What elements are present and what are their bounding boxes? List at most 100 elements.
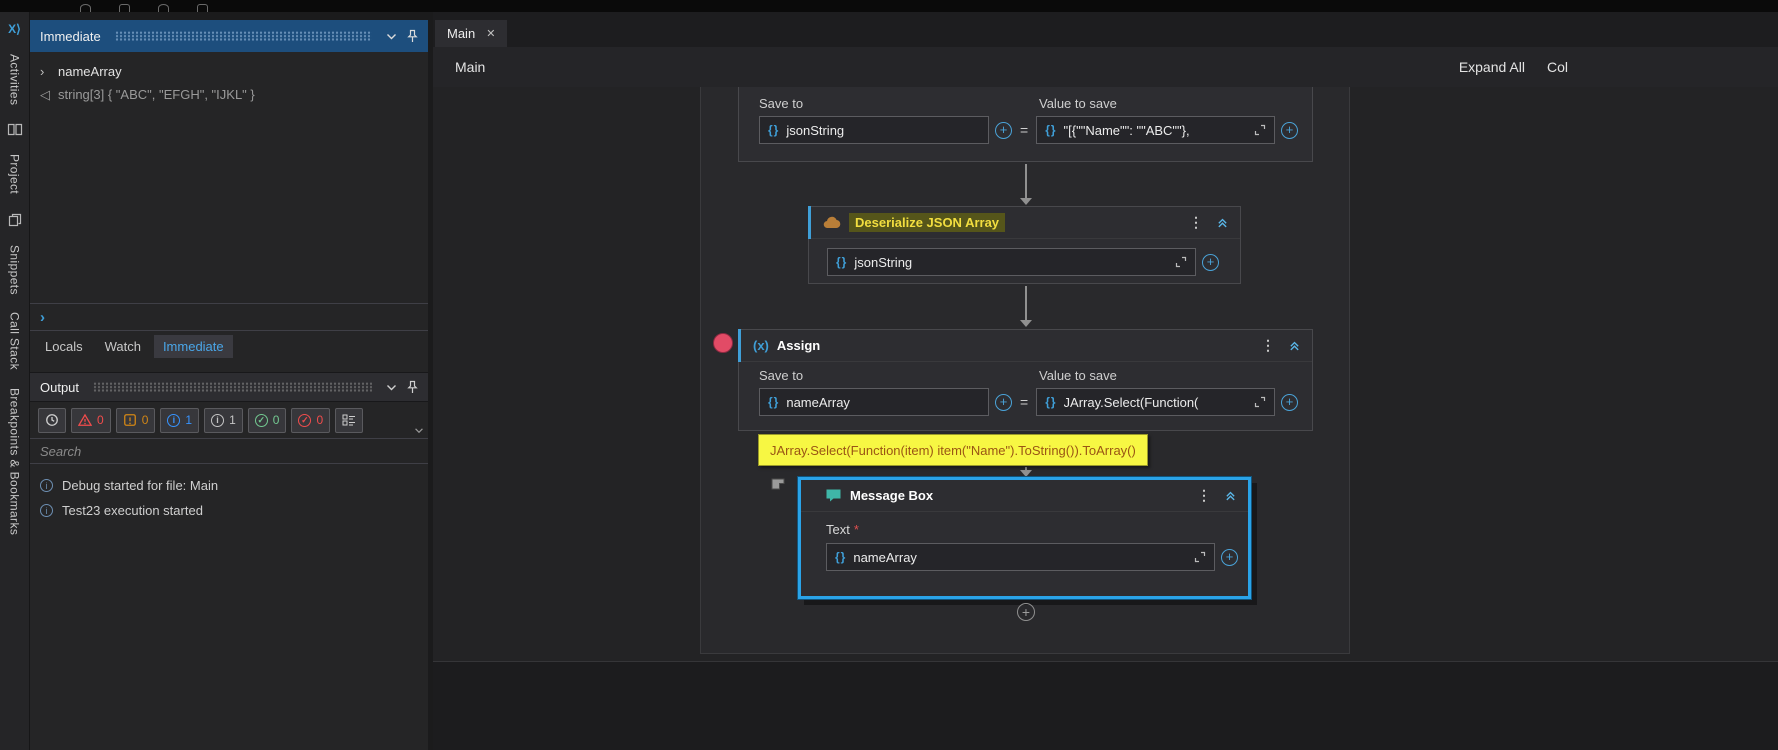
sidebar-item-breakpoints-bookmarks[interactable]: Breakpoints & Bookmarks xyxy=(8,388,22,535)
activity-message-box[interactable]: Message Box ⋮ Text * {} nameArray + xyxy=(798,477,1251,599)
panel-drag-grip[interactable] xyxy=(114,31,372,41)
panel-drag-grip[interactable] xyxy=(93,382,372,392)
xaml-file-icon[interactable]: X⟩ xyxy=(8,22,21,36)
plus-button[interactable]: + xyxy=(1202,253,1219,271)
titlebar-icon xyxy=(197,4,208,12)
save-to-field[interactable]: {} nameArray xyxy=(759,388,989,416)
breakpoint-indicator[interactable] xyxy=(713,333,733,353)
timestamps-toggle-button[interactable] xyxy=(38,407,66,433)
braces-icon: {} xyxy=(768,123,780,137)
expand-editor-icon[interactable] xyxy=(1254,396,1266,408)
close-icon[interactable]: ✕ xyxy=(486,27,495,40)
verified-filter-button[interactable]: ✓ 0 xyxy=(291,407,331,433)
json-string-field[interactable]: {} jsonString xyxy=(827,248,1196,276)
value-to-save-label: Value to save xyxy=(1039,368,1117,383)
log-entry[interactable]: i Test23 execution started xyxy=(40,503,418,518)
activity-header[interactable]: Deserialize JSON Array ⋮ xyxy=(808,206,1240,239)
save-to-field[interactable]: {} jsonString xyxy=(759,116,989,144)
immediate-panel-header[interactable]: Immediate xyxy=(30,20,428,52)
kebab-menu-icon[interactable]: ⋮ xyxy=(1261,337,1275,354)
plus-button[interactable]: + xyxy=(1221,548,1238,566)
flow-arrow xyxy=(1019,467,1033,477)
pin-icon[interactable] xyxy=(407,380,418,394)
sidebar-item-call-stack[interactable]: Call Stack xyxy=(8,312,22,370)
info-icon: i xyxy=(40,504,53,517)
text-field[interactable]: {} nameArray xyxy=(826,543,1215,571)
expression-tooltip: JArray.Select(Function(item) item("Name"… xyxy=(758,434,1148,466)
assign-fx-icon: (x) xyxy=(753,338,769,353)
output-search-input[interactable] xyxy=(30,439,428,463)
tab-watch[interactable]: Watch xyxy=(96,335,150,358)
sidebar-item-project[interactable]: Project xyxy=(8,154,22,194)
output-search xyxy=(30,438,428,464)
document-tabstrip: Main ✕ xyxy=(433,12,1778,47)
expand-all-button[interactable]: Expand All xyxy=(1459,59,1525,75)
pin-icon[interactable] xyxy=(407,29,418,43)
plus-button[interactable]: + xyxy=(995,121,1012,139)
required-asterisk: * xyxy=(853,522,859,537)
workflow-canvas[interactable]: Save to Value to save {} jsonString + = … xyxy=(433,87,1778,750)
activity-title: Deserialize JSON Array xyxy=(849,213,1006,232)
deserialize-json-icon xyxy=(823,216,841,229)
log-text: Debug started for file: Main xyxy=(62,478,219,493)
errors-filter-button[interactable]: 0 xyxy=(71,407,111,433)
value-field[interactable]: {} "[{""Name"": ""ABC""}, xyxy=(1036,116,1275,144)
watch-item-value: string[3] { "ABC", "EFGH", "IJKL" } xyxy=(58,87,255,102)
expand-editor-icon[interactable] xyxy=(1194,551,1206,563)
window-titlebar xyxy=(0,0,1778,12)
expand-chevron-icon[interactable]: › xyxy=(40,64,52,79)
chevron-down-icon[interactable] xyxy=(386,384,397,391)
braces-icon: {} xyxy=(836,255,848,269)
activity-header[interactable]: (x) Assign ⋮ xyxy=(738,329,1312,362)
sidebar-item-snippets[interactable]: Snippets xyxy=(8,245,22,295)
toolbar-overflow-chevron-icon[interactable] xyxy=(414,428,424,434)
error-count: 0 xyxy=(97,413,104,427)
warnings-filter-button[interactable]: 0 xyxy=(115,407,156,433)
add-activity-button[interactable]: + xyxy=(1017,603,1035,621)
text-parameter-label: Text * xyxy=(801,512,1248,543)
collapse-icon[interactable] xyxy=(1225,490,1236,501)
sequence-container: Save to Value to save {} jsonString + = … xyxy=(700,87,1350,654)
view-options-button[interactable] xyxy=(335,407,364,433)
log-entry[interactable]: i Debug started for file: Main xyxy=(40,478,418,493)
immediate-watch-list: › nameArray ◁ string[3] { "ABC", "EFGH",… xyxy=(30,52,428,303)
plus-button[interactable]: + xyxy=(1281,121,1298,139)
sidebar-item-activities[interactable]: Activities xyxy=(8,54,22,105)
trace-count: 1 xyxy=(229,413,236,427)
expand-editor-icon[interactable] xyxy=(1254,124,1266,136)
watch-item-result[interactable]: ◁ string[3] { "ABC", "EFGH", "IJKL" } xyxy=(30,83,428,106)
expand-editor-icon[interactable] xyxy=(1175,256,1187,268)
tab-immediate[interactable]: Immediate xyxy=(153,334,233,358)
tab-main[interactable]: Main ✕ xyxy=(435,20,508,47)
info-filter-button[interactable]: i 1 xyxy=(160,407,200,433)
plus-button[interactable]: + xyxy=(995,393,1012,411)
success-filter-button[interactable]: ✓ 0 xyxy=(247,407,287,433)
snippets-icon[interactable] xyxy=(8,213,22,227)
watch-item[interactable]: › nameArray xyxy=(30,60,428,83)
output-panel-header[interactable]: Output xyxy=(30,372,428,402)
immediate-panel-title: Immediate xyxy=(40,28,101,44)
collapse-icon[interactable] xyxy=(1289,340,1300,351)
value-field[interactable]: {} JArray.Select(Function( xyxy=(1036,388,1275,416)
text-label: Text xyxy=(826,522,850,537)
breadcrumb[interactable]: Main xyxy=(455,59,485,75)
activity-header[interactable]: Message Box ⋮ xyxy=(801,480,1248,512)
trace-filter-button[interactable]: i 1 xyxy=(204,407,243,433)
plus-button[interactable]: + xyxy=(1281,393,1298,411)
activity-title: Message Box xyxy=(850,488,934,503)
tab-locals[interactable]: Locals xyxy=(36,335,92,358)
kebab-menu-icon[interactable]: ⋮ xyxy=(1197,487,1211,504)
collapse-icon[interactable] xyxy=(1217,217,1228,228)
activity-assign-top[interactable]: Save to Value to save {} jsonString + = … xyxy=(738,87,1313,162)
left-activity-bar: X⟩ Activities Project Snippets Call Stac… xyxy=(0,12,30,750)
activity-assign[interactable]: (x) Assign ⋮ Save to Value to save {} na… xyxy=(738,329,1313,431)
immediate-input-row[interactable]: › xyxy=(30,303,428,330)
collapse-all-button[interactable]: Col xyxy=(1547,59,1568,75)
activity-deserialize-json-array[interactable]: Deserialize JSON Array ⋮ {} jsonString + xyxy=(808,206,1241,284)
verified-check-icon: ✓ xyxy=(298,413,312,427)
save-to-label: Save to xyxy=(759,368,804,383)
kebab-menu-icon[interactable]: ⋮ xyxy=(1189,214,1203,231)
chevron-down-icon[interactable] xyxy=(386,33,397,40)
prompt-chevron-icon: › xyxy=(40,308,45,326)
project-icon[interactable] xyxy=(7,123,23,136)
